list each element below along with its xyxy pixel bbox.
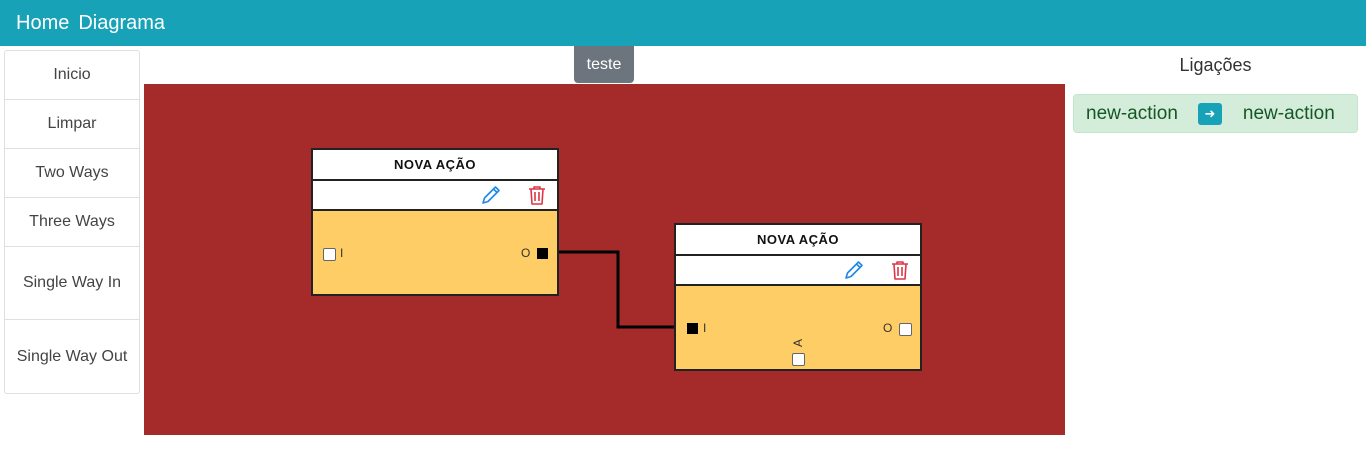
sidebar-item-single-way-out[interactable]: Single Way Out	[5, 320, 139, 393]
ligacoes-title: Ligações	[1179, 55, 1252, 75]
arrow-right-icon: ➜	[1197, 102, 1222, 125]
connection-target: new-action	[1242, 102, 1335, 124]
sidebar-item-three-ways[interactable]: Three Ways	[5, 198, 139, 247]
input-port-label: I	[703, 321, 707, 335]
top-navbar: Home Diagrama	[0, 0, 1366, 46]
action-node[interactable]: NOVA AÇÃO I O	[311, 148, 559, 296]
extra-port-checkbox[interactable]	[792, 353, 805, 366]
sidebar-item-single-way-in[interactable]: Single Way In	[5, 247, 139, 320]
output-port-label: O	[883, 321, 893, 335]
connection-source: new-action	[1086, 102, 1178, 124]
output-port-label: O	[521, 246, 531, 260]
sidebar-item-two-ways[interactable]: Two Ways	[5, 149, 139, 198]
pencil-icon[interactable]	[479, 183, 503, 207]
trash-icon[interactable]	[525, 183, 549, 207]
node-toolbar	[676, 256, 920, 286]
output-port-handle[interactable]	[537, 248, 548, 259]
diagrama-link[interactable]: Diagrama	[78, 12, 165, 35]
pencil-icon[interactable]	[842, 258, 866, 282]
input-port-handle[interactable]	[687, 323, 698, 334]
home-link[interactable]: Home	[16, 12, 69, 35]
node-title: NOVA AÇÃO	[676, 225, 920, 256]
output-port-checkbox[interactable]	[899, 323, 912, 336]
sidebar-item-limpar[interactable]: Limpar	[5, 100, 139, 149]
node-toolbar	[313, 181, 557, 211]
node-title: NOVA AÇÃO	[313, 150, 557, 181]
diagram-canvas[interactable]: NOVA AÇÃO I O NOVA AÇÃO I O A	[144, 84, 1065, 435]
connection-wire	[548, 250, 687, 329]
action-node[interactable]: NOVA AÇÃO I O A	[674, 223, 922, 371]
trash-icon[interactable]	[888, 258, 912, 282]
input-port-checkbox[interactable]	[323, 248, 336, 261]
sidebar-item-inicio[interactable]: Inicio	[5, 51, 139, 100]
node-body: I O A	[676, 286, 920, 373]
extra-port-label: A	[791, 338, 806, 348]
node-body: I O	[313, 211, 557, 298]
teste-button[interactable]: teste	[574, 46, 634, 83]
sidebar-menu: Inicio Limpar Two Ways Three Ways Single…	[4, 50, 140, 394]
connection-item[interactable]: new-action ➜ new-action	[1073, 94, 1358, 133]
input-port-label: I	[340, 246, 344, 260]
